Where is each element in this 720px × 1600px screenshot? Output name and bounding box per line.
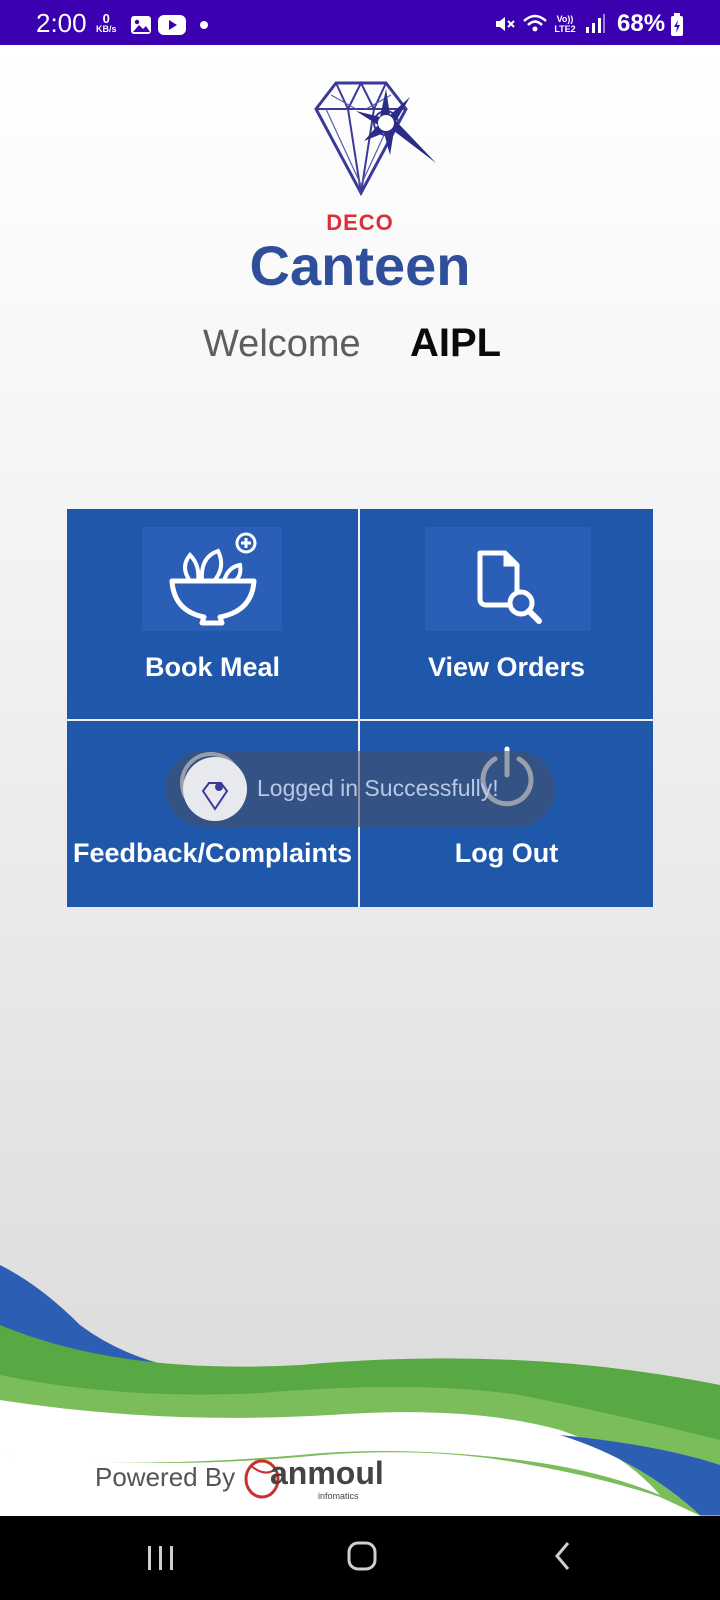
salad-bowl-icon	[169, 532, 257, 626]
app-screen: DECO Canteen Welcome AIPL Book Meal View…	[0, 45, 720, 1516]
anmoul-brand: anmoul	[270, 1455, 384, 1491]
back-icon[interactable]	[552, 1540, 574, 1572]
lte-label: Vo)) LTE2	[554, 14, 576, 34]
recent-apps-icon[interactable]	[146, 1544, 176, 1572]
status-bar: 2:00 0 KB/s Vo)) LTE2 68%	[0, 0, 720, 45]
net-speed: 0 KB/s	[96, 12, 117, 34]
toast-message: Logged in Successfully!	[257, 775, 499, 801]
youtube-icon	[158, 15, 186, 35]
net-speed-unit: KB/s	[96, 24, 117, 34]
mute-icon	[496, 17, 515, 31]
anmoul-logo: anmoul infomatics	[244, 1455, 384, 1501]
navigation-bar	[0, 1516, 720, 1600]
battery-icon	[671, 13, 683, 36]
gallery-icon	[131, 16, 151, 34]
app-title: Canteen	[249, 234, 471, 297]
signal-icon	[586, 14, 605, 33]
welcome-label: Welcome	[203, 323, 361, 365]
view-orders-icon-box	[425, 527, 591, 631]
anmoul-sub: infomatics	[318, 1491, 359, 1501]
toast-app-icon	[183, 757, 247, 821]
deco-diamond-logo	[314, 80, 436, 197]
wifi-icon	[523, 14, 547, 32]
book-meal-label: Book Meal	[144, 652, 281, 682]
logout-label: Log Out	[454, 838, 559, 868]
book-meal-tile[interactable]: Book Meal	[67, 509, 358, 719]
username: AIPL	[410, 321, 502, 365]
battery-percent: 68%	[617, 10, 666, 37]
book-meal-icon-box	[142, 527, 282, 631]
menu-grid: Book Meal View Orders ? Feedback/Complai…	[67, 509, 653, 907]
feedback-label: Feedback/Complaints	[72, 838, 353, 868]
view-orders-label: View Orders	[427, 652, 586, 682]
document-search-icon	[477, 550, 542, 624]
home-icon[interactable]	[346, 1540, 378, 1572]
status-time: 2:00	[36, 8, 87, 38]
powered-by-label: Powered By	[95, 1462, 236, 1492]
dot-icon	[200, 21, 208, 29]
login-toast: Logged in Successfully!	[165, 751, 555, 827]
view-orders-tile[interactable]: View Orders	[360, 509, 653, 719]
